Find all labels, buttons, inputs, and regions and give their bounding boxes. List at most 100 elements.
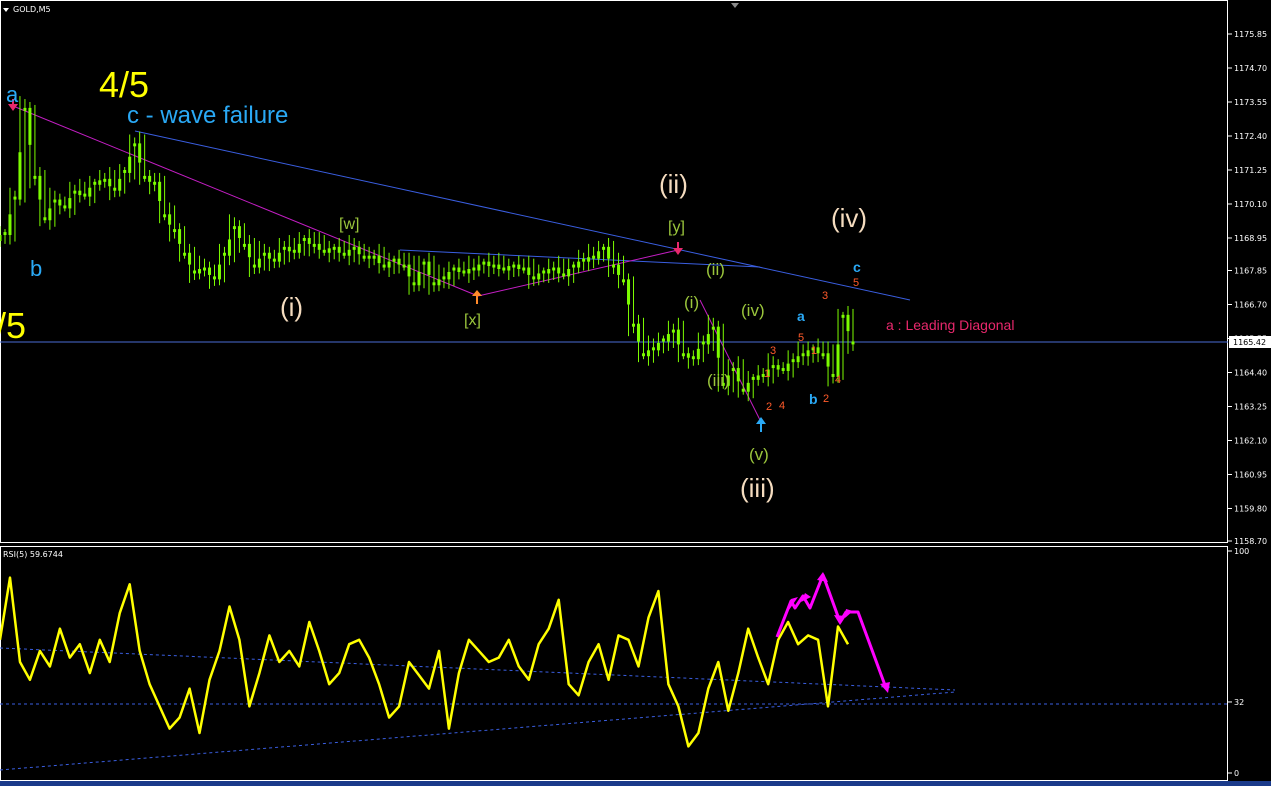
candle-body bbox=[791, 359, 795, 363]
candle-body bbox=[312, 243, 316, 247]
label-b-left: b bbox=[30, 256, 42, 281]
price-tick-label: 1162.10 bbox=[1234, 436, 1267, 445]
label-x-bracket: [x] bbox=[464, 312, 481, 329]
count-2b: 2 bbox=[823, 393, 829, 405]
candle-body bbox=[118, 178, 122, 191]
rsi-chart-title: RSI(5) 59.6744 bbox=[3, 550, 63, 559]
candle-body bbox=[18, 152, 22, 200]
price-tick-label: 1158.70 bbox=[1234, 537, 1267, 546]
trading-chart[interactable]: GOLD,M5 RSI(5) 59.6744 a b 4/5 c - wave … bbox=[0, 0, 1271, 786]
arrow-up-x-icon bbox=[472, 290, 482, 304]
triangle-down-icon[interactable] bbox=[3, 8, 9, 12]
price-tick-label: 1172.40 bbox=[1234, 132, 1267, 141]
candle-body bbox=[801, 353, 805, 357]
label-small-i: (i) bbox=[684, 293, 699, 312]
label-sub-c: c bbox=[853, 259, 861, 275]
candle-body bbox=[73, 190, 77, 194]
candle-body bbox=[806, 350, 810, 357]
candle-body bbox=[482, 261, 486, 265]
label-small-iii: (iii) bbox=[707, 371, 730, 390]
candle-body bbox=[422, 261, 426, 265]
candle-body bbox=[287, 246, 291, 252]
candle-body bbox=[701, 341, 705, 345]
candle-body bbox=[552, 267, 556, 271]
candle-body bbox=[178, 229, 182, 244]
candle-body bbox=[462, 270, 466, 274]
candle-body bbox=[237, 226, 241, 238]
candle-body bbox=[577, 261, 581, 268]
candle-body bbox=[103, 178, 107, 182]
candle-body bbox=[257, 258, 261, 268]
candle-body bbox=[522, 267, 526, 271]
candle-body bbox=[826, 353, 830, 367]
candle-body bbox=[417, 271, 421, 286]
label-w-bracket: [w] bbox=[339, 216, 359, 233]
price-tick-label: 1170.10 bbox=[1234, 200, 1267, 209]
candle-body bbox=[736, 368, 740, 382]
candle-body bbox=[651, 347, 655, 351]
candle-body bbox=[23, 107, 27, 111]
candle-body bbox=[337, 246, 341, 253]
current-price-box: 1165.42 bbox=[1229, 336, 1271, 348]
candle-body bbox=[327, 248, 331, 253]
candle-body bbox=[98, 180, 102, 185]
candle-body bbox=[821, 353, 825, 357]
chart-shift-marker-icon[interactable] bbox=[731, 3, 739, 8]
candle-body bbox=[656, 342, 660, 351]
candle-body bbox=[537, 273, 541, 280]
candle-body bbox=[382, 264, 386, 268]
label-wave-ii: (ii) bbox=[659, 169, 688, 199]
candle-body bbox=[242, 243, 246, 247]
candle-body bbox=[592, 255, 596, 259]
price-tick-label: 1166.70 bbox=[1234, 300, 1267, 309]
candle-body bbox=[123, 169, 127, 173]
rsi-line bbox=[0, 576, 850, 748]
candle-body bbox=[128, 156, 132, 173]
candle-body bbox=[472, 267, 476, 271]
candle-body bbox=[158, 181, 162, 202]
count-2a: 2 bbox=[766, 401, 772, 413]
candle-body bbox=[68, 198, 72, 209]
candle-body bbox=[646, 350, 650, 357]
rsi-tick-label: 0 bbox=[1234, 769, 1239, 778]
candle-body bbox=[148, 175, 152, 182]
candle-body bbox=[467, 269, 471, 274]
candle-body bbox=[452, 267, 456, 271]
candle-body bbox=[562, 273, 566, 277]
label-four-five: 4/5 bbox=[99, 64, 149, 105]
candle-body bbox=[442, 276, 446, 280]
candle-body bbox=[756, 375, 760, 380]
candle-body bbox=[8, 214, 12, 236]
label-small-iv: (iv) bbox=[741, 301, 765, 320]
rsi-tick-label: 32 bbox=[1234, 698, 1244, 707]
count-5a: 5 bbox=[798, 332, 804, 344]
candle-body bbox=[133, 143, 137, 147]
candle-body bbox=[193, 270, 197, 274]
candle-body bbox=[457, 267, 461, 272]
price-axis: 1175.85 1174.70 1173.55 1172.40 1171.25 1170.… bbox=[1228, 30, 1267, 546]
candle-body bbox=[212, 276, 216, 280]
candle-body bbox=[362, 255, 366, 259]
candle-body bbox=[88, 187, 92, 197]
candle-body bbox=[33, 175, 37, 179]
candle-body bbox=[412, 282, 416, 286]
label-y-bracket: [y] bbox=[668, 219, 685, 236]
price-tick-label: 1164.40 bbox=[1234, 368, 1267, 377]
candle-body bbox=[372, 255, 376, 259]
count-1a: 1 bbox=[764, 368, 770, 380]
candle-body bbox=[607, 246, 611, 259]
candle-body bbox=[686, 353, 690, 358]
count-5b: 5 bbox=[853, 277, 859, 289]
candle-body bbox=[28, 107, 32, 145]
candle-body bbox=[367, 255, 371, 259]
candle-body bbox=[587, 257, 591, 262]
count-3b: 3 bbox=[822, 290, 828, 302]
candle-body bbox=[681, 353, 685, 357]
candle-body bbox=[507, 266, 511, 271]
svg-text:1165.42: 1165.42 bbox=[1233, 338, 1266, 347]
candle-body bbox=[168, 214, 172, 225]
arrow-up-v-icon bbox=[756, 417, 766, 432]
candle-body bbox=[617, 264, 621, 275]
candle-body bbox=[48, 208, 52, 221]
candle-body bbox=[627, 279, 631, 305]
